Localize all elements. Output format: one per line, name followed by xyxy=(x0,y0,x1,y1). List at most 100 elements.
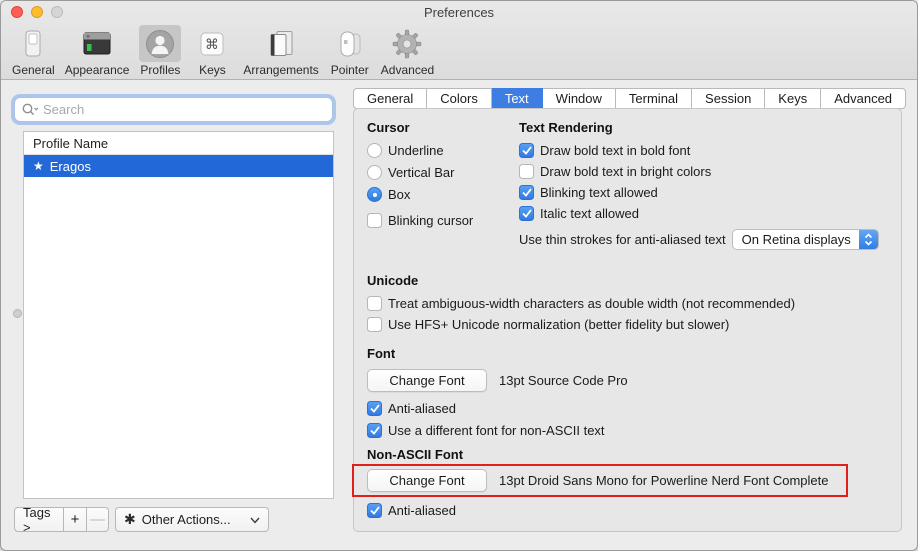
checkbox-blinking-cursor[interactable]: Blinking cursor xyxy=(367,213,473,228)
tab-window[interactable]: Window xyxy=(543,88,616,109)
radio-underline[interactable]: Underline xyxy=(367,143,444,158)
preferences-window: Preferences General Appearance xyxy=(0,0,918,551)
search-placeholder: Search xyxy=(43,102,84,117)
tab-text[interactable]: Text xyxy=(492,88,543,109)
radio-icon[interactable] xyxy=(367,187,382,202)
pane-splitter-handle[interactable] xyxy=(13,309,22,318)
toolbar-item-keys[interactable]: ⌘ Keys xyxy=(186,23,238,77)
tab-advanced[interactable]: Advanced xyxy=(821,88,906,109)
highlight-annotation-box: Change Font 13pt Droid Sans Mono for Pow… xyxy=(352,464,848,497)
radio-icon[interactable] xyxy=(367,143,382,158)
checkbox-hfs-normalization[interactable]: Use HFS+ Unicode normalization (better f… xyxy=(367,317,729,332)
checkbox-label: Blinking text allowed xyxy=(540,185,658,200)
checkbox-draw-bold-bright[interactable]: Draw bold text in bright colors xyxy=(519,164,711,179)
current-non-ascii-font-value: 13pt Droid Sans Mono for Powerline Nerd … xyxy=(499,473,829,488)
radio-vertical-bar[interactable]: Vertical Bar xyxy=(367,165,454,180)
profile-row-eragos[interactable]: ★ Eragos xyxy=(24,155,333,177)
checkbox-icon[interactable] xyxy=(367,317,382,332)
check-icon xyxy=(522,188,532,197)
radio-box[interactable]: Box xyxy=(367,187,410,202)
search-icon xyxy=(21,102,40,118)
profile-name: Eragos xyxy=(50,159,91,174)
checkbox-label: Italic text allowed xyxy=(540,206,639,221)
dropdown-value: On Retina displays xyxy=(733,232,859,247)
checkbox-label: Use a different font for non-ASCII text xyxy=(388,423,605,438)
checkbox-icon[interactable] xyxy=(519,185,534,200)
radio-label: Underline xyxy=(388,143,444,158)
checkbox-ambiguous-width[interactable]: Treat ambiguous-width characters as doub… xyxy=(367,296,795,311)
other-actions-label: Other Actions... xyxy=(142,512,231,527)
toolbar-label: Keys xyxy=(199,63,226,77)
thin-strokes-label: Use thin strokes for anti-aliased text xyxy=(519,232,726,247)
check-icon xyxy=(522,209,532,218)
checkbox-anti-aliased[interactable]: Anti-aliased xyxy=(367,401,456,416)
radio-label: Box xyxy=(388,187,410,202)
toolbar-label: Profiles xyxy=(140,63,180,77)
profile-search-field[interactable]: Search xyxy=(14,97,333,122)
checkbox-icon[interactable] xyxy=(367,423,382,438)
text-rendering-section-header: Text Rendering xyxy=(519,120,613,135)
checkbox-icon[interactable] xyxy=(367,503,382,518)
tags-button[interactable]: Tags > xyxy=(14,507,64,532)
toolbar-item-pointer[interactable]: Pointer xyxy=(324,23,376,77)
appearance-window-icon xyxy=(81,28,113,60)
tab-colors[interactable]: Colors xyxy=(427,88,492,109)
thin-strokes-dropdown[interactable]: On Retina displays xyxy=(732,229,879,250)
checkbox-non-ascii-anti-aliased[interactable]: Anti-aliased xyxy=(367,503,456,518)
checkbox-label: Use HFS+ Unicode normalization (better f… xyxy=(388,317,729,332)
toolbar-item-advanced[interactable]: Advanced xyxy=(376,23,439,77)
checkbox-icon[interactable] xyxy=(519,143,534,158)
titlebar[interactable]: Preferences xyxy=(1,1,917,23)
toolbar-label: Appearance xyxy=(65,63,130,77)
command-key-icon: ⌘ xyxy=(196,28,228,60)
toolbar-item-appearance[interactable]: Appearance xyxy=(60,23,135,77)
chevron-down-icon xyxy=(250,512,260,527)
checkbox-icon[interactable] xyxy=(367,296,382,311)
profile-tabbar: General Colors Text Window Terminal Sess… xyxy=(353,88,906,109)
unicode-section-header: Unicode xyxy=(367,273,418,288)
check-icon xyxy=(370,506,380,515)
checkbox-icon[interactable] xyxy=(367,401,382,416)
font-row: Change Font 13pt Source Code Pro xyxy=(367,369,628,392)
checkbox-icon[interactable] xyxy=(519,206,534,221)
non-ascii-font-section-header: Non-ASCII Font xyxy=(367,447,463,462)
checkbox-draw-bold-font[interactable]: Draw bold text in bold font xyxy=(519,143,690,158)
checkbox-different-non-ascii-font[interactable]: Use a different font for non-ASCII text xyxy=(367,423,605,438)
profile-actions-bar: Tags > + — ✱ Other Actions... xyxy=(14,507,269,532)
tab-session[interactable]: Session xyxy=(692,88,765,109)
radio-icon[interactable] xyxy=(367,165,382,180)
remove-profile-button: — xyxy=(86,507,109,532)
check-icon xyxy=(370,404,380,413)
profiles-person-icon xyxy=(144,28,176,60)
cursor-section-header: Cursor xyxy=(367,120,410,135)
arrangements-windows-icon xyxy=(265,28,297,60)
toolbar-label: Arrangements xyxy=(243,63,318,77)
checkbox-label: Draw bold text in bright colors xyxy=(540,164,711,179)
text-tab-panel: Cursor Underline Vertical Bar Box Blinki… xyxy=(353,108,902,532)
thin-strokes-row: Use thin strokes for anti-aliased text O… xyxy=(519,229,879,250)
tab-general[interactable]: General xyxy=(353,88,427,109)
checkbox-label: Treat ambiguous-width characters as doub… xyxy=(388,296,795,311)
toolbar-item-general[interactable]: General xyxy=(7,23,60,77)
toolbar-item-arrangements[interactable]: Arrangements xyxy=(238,23,323,77)
radio-label: Vertical Bar xyxy=(388,165,454,180)
checkbox-icon[interactable] xyxy=(367,213,382,228)
tab-terminal[interactable]: Terminal xyxy=(616,88,692,109)
check-icon xyxy=(522,146,532,155)
checkbox-italic-text[interactable]: Italic text allowed xyxy=(519,206,639,221)
toolbar-label: Pointer xyxy=(331,63,369,77)
window-title: Preferences xyxy=(1,5,917,20)
add-profile-button[interactable]: + xyxy=(63,507,87,532)
light-switch-icon xyxy=(17,28,49,60)
change-font-button[interactable]: Change Font xyxy=(367,369,487,392)
change-non-ascii-font-button[interactable]: Change Font xyxy=(367,469,487,492)
tab-keys[interactable]: Keys xyxy=(765,88,821,109)
other-actions-button[interactable]: ✱ Other Actions... xyxy=(115,507,269,532)
stepper-arrows-icon xyxy=(859,229,878,250)
checkbox-icon[interactable] xyxy=(519,164,534,179)
checkbox-blinking-text[interactable]: Blinking text allowed xyxy=(519,185,658,200)
font-section-header: Font xyxy=(367,346,395,361)
preferences-toolbar: General Appearance Profiles xyxy=(7,23,439,79)
toolbar-item-profiles[interactable]: Profiles xyxy=(134,23,186,77)
checkbox-label: Anti-aliased xyxy=(388,503,456,518)
